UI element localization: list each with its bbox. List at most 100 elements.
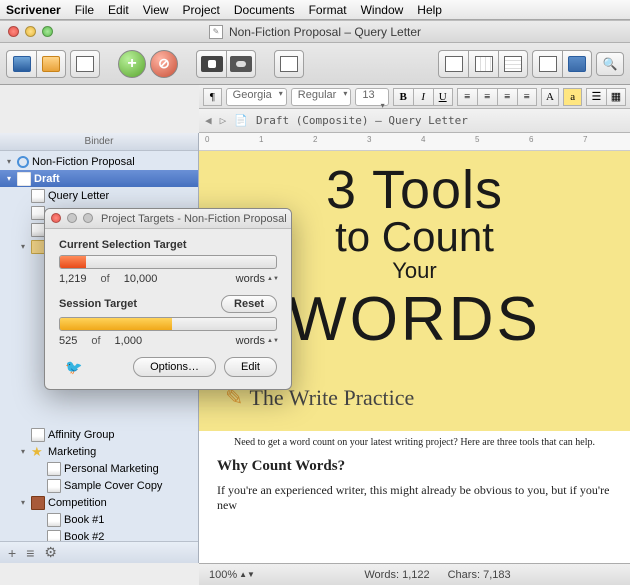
view-corkboard-button[interactable] xyxy=(468,50,498,78)
table-button[interactable]: ▦ xyxy=(606,88,626,106)
font-style-select[interactable]: Regular xyxy=(291,88,352,106)
quickref-button[interactable] xyxy=(274,50,304,78)
session-target-label: Session Target xyxy=(59,298,137,310)
binder-item[interactable]: Query Letter xyxy=(0,187,198,204)
add-item-button[interactable] xyxy=(8,545,16,561)
binder-item[interactable]: Book #2 xyxy=(0,528,198,541)
file-icon xyxy=(47,462,61,476)
binder-footer xyxy=(0,541,198,563)
file-icon xyxy=(31,189,45,203)
format-bar: ¶ Georgia Regular 13 B I U ≡ ≡ ≡ ≡ A a ☰… xyxy=(199,85,630,109)
menu-documents[interactable]: Documents xyxy=(234,3,295,17)
popup-titlebar[interactable]: Project Targets - Non-Fiction Proposal xyxy=(45,209,291,229)
file-icon xyxy=(31,206,45,220)
selection-unit[interactable]: words xyxy=(236,273,265,285)
ruler[interactable]: 0 1 2 3 4 5 6 7 xyxy=(199,133,630,151)
session-target-value[interactable]: 1,000 xyxy=(115,335,143,347)
menu-window[interactable]: Window xyxy=(361,3,404,17)
layouts-button[interactable] xyxy=(70,50,100,78)
session-progress-bar xyxy=(59,317,277,331)
add-button[interactable]: + xyxy=(118,50,146,78)
menu-format[interactable]: Format xyxy=(309,3,347,17)
binder-icon xyxy=(17,156,29,168)
twitter-icon[interactable]: 🐦 xyxy=(65,359,82,376)
session-unit[interactable]: words xyxy=(236,335,265,347)
nav-back-button[interactable]: ◀ xyxy=(205,114,212,127)
collections-button[interactable] xyxy=(36,50,66,78)
binder-item-draft[interactable]: ▾Draft xyxy=(0,170,198,187)
menu-project[interactable]: Project xyxy=(183,3,220,17)
edit-button[interactable]: Edit xyxy=(224,357,277,377)
status-bar: 100%▲▼ Words: 1,122 Chars: 7,183 xyxy=(199,563,630,585)
menubar: Scrivener File Edit View Project Documen… xyxy=(0,0,630,20)
menu-view[interactable]: View xyxy=(143,3,169,17)
project-targets-window[interactable]: Project Targets - Non-Fiction Proposal C… xyxy=(44,208,292,390)
keywords-button[interactable] xyxy=(226,50,256,78)
reset-button[interactable]: Reset xyxy=(221,295,277,313)
selection-stepper[interactable]: ▲▼ xyxy=(267,277,277,282)
align-right-button[interactable]: ≡ xyxy=(497,88,517,106)
binder-item[interactable]: Affinity Group xyxy=(0,426,198,443)
binder-item-competition[interactable]: ▾Competition xyxy=(0,494,198,511)
selection-progress-bar xyxy=(59,255,277,269)
inspector-button[interactable] xyxy=(562,50,592,78)
close-window-button[interactable] xyxy=(8,26,19,37)
nav-doc-icon: 📄 xyxy=(234,114,248,127)
nav-path[interactable]: Draft (Composite) — Query Letter xyxy=(256,114,468,127)
search-button[interactable]: 🔍 xyxy=(596,52,624,76)
window-controls xyxy=(8,26,53,37)
options-button[interactable]: Options… xyxy=(133,357,216,377)
article-body[interactable]: Need to get a word count on your latest … xyxy=(199,431,630,519)
selection-target-value[interactable]: 10,000 xyxy=(124,273,158,285)
trash-button[interactable]: ⊘ xyxy=(150,50,178,78)
binder-item-marketing[interactable]: ▾★Marketing xyxy=(0,443,198,460)
menu-file[interactable]: File xyxy=(75,3,94,17)
highlight-button[interactable]: a xyxy=(563,88,582,106)
binder-item[interactable]: Book #1 xyxy=(0,511,198,528)
compose-mode-button[interactable] xyxy=(196,50,226,78)
align-center-button[interactable]: ≡ xyxy=(477,88,497,106)
view-mode-group xyxy=(438,50,528,78)
draft-icon xyxy=(17,172,31,186)
zoom-window-button[interactable] xyxy=(42,26,53,37)
file-icon xyxy=(47,530,61,542)
binder-button[interactable] xyxy=(6,50,36,78)
popup-minimize-button xyxy=(67,213,77,223)
bold-button[interactable]: B xyxy=(393,88,413,106)
star-icon: ★ xyxy=(31,445,45,459)
split-button[interactable] xyxy=(532,50,562,78)
file-icon xyxy=(31,223,45,237)
selection-target-label: Current Selection Target xyxy=(59,239,277,251)
binder-item[interactable]: Sample Cover Copy xyxy=(0,477,198,494)
session-current: 525 xyxy=(59,335,77,347)
session-stepper[interactable]: ▲▼ xyxy=(267,339,277,344)
italic-button[interactable]: I xyxy=(413,88,433,106)
menu-help[interactable]: Help xyxy=(417,3,442,17)
binder-item-root[interactable]: ▾Non-Fiction Proposal xyxy=(0,153,198,170)
editor-nav-bar: ◀ ▷ 📄 Draft (Composite) — Query Letter xyxy=(199,109,630,133)
popup-zoom-button xyxy=(83,213,93,223)
underline-button[interactable]: U xyxy=(433,88,453,106)
list-button[interactable]: ☰ xyxy=(586,88,606,106)
nav-forward-button[interactable]: ▷ xyxy=(220,114,227,127)
binder-item[interactable]: Personal Marketing xyxy=(0,460,198,477)
compose-group xyxy=(196,50,256,78)
document-proxy-icon[interactable]: ✎ xyxy=(209,25,223,39)
popup-close-button[interactable] xyxy=(51,213,61,223)
view-document-button[interactable] xyxy=(438,50,468,78)
minimize-window-button[interactable] xyxy=(25,26,36,37)
titlebar: ✎ Non-Fiction Proposal – Query Letter xyxy=(0,21,630,43)
binder-settings-button[interactable] xyxy=(44,544,57,561)
word-count: Words: 1,122 xyxy=(364,569,429,581)
zoom-control[interactable]: 100%▲▼ xyxy=(209,569,255,581)
styles-button[interactable]: ¶ xyxy=(203,88,222,106)
align-left-button[interactable]: ≡ xyxy=(457,88,477,106)
text-color-button[interactable]: A xyxy=(541,88,560,106)
align-justify-button[interactable]: ≡ xyxy=(517,88,537,106)
add-options-button[interactable] xyxy=(26,545,34,561)
view-outline-button[interactable] xyxy=(498,50,528,78)
app-menu[interactable]: Scrivener xyxy=(6,3,61,17)
font-size-select[interactable]: 13 xyxy=(355,88,388,106)
menu-edit[interactable]: Edit xyxy=(108,3,129,17)
font-family-select[interactable]: Georgia xyxy=(226,88,287,106)
